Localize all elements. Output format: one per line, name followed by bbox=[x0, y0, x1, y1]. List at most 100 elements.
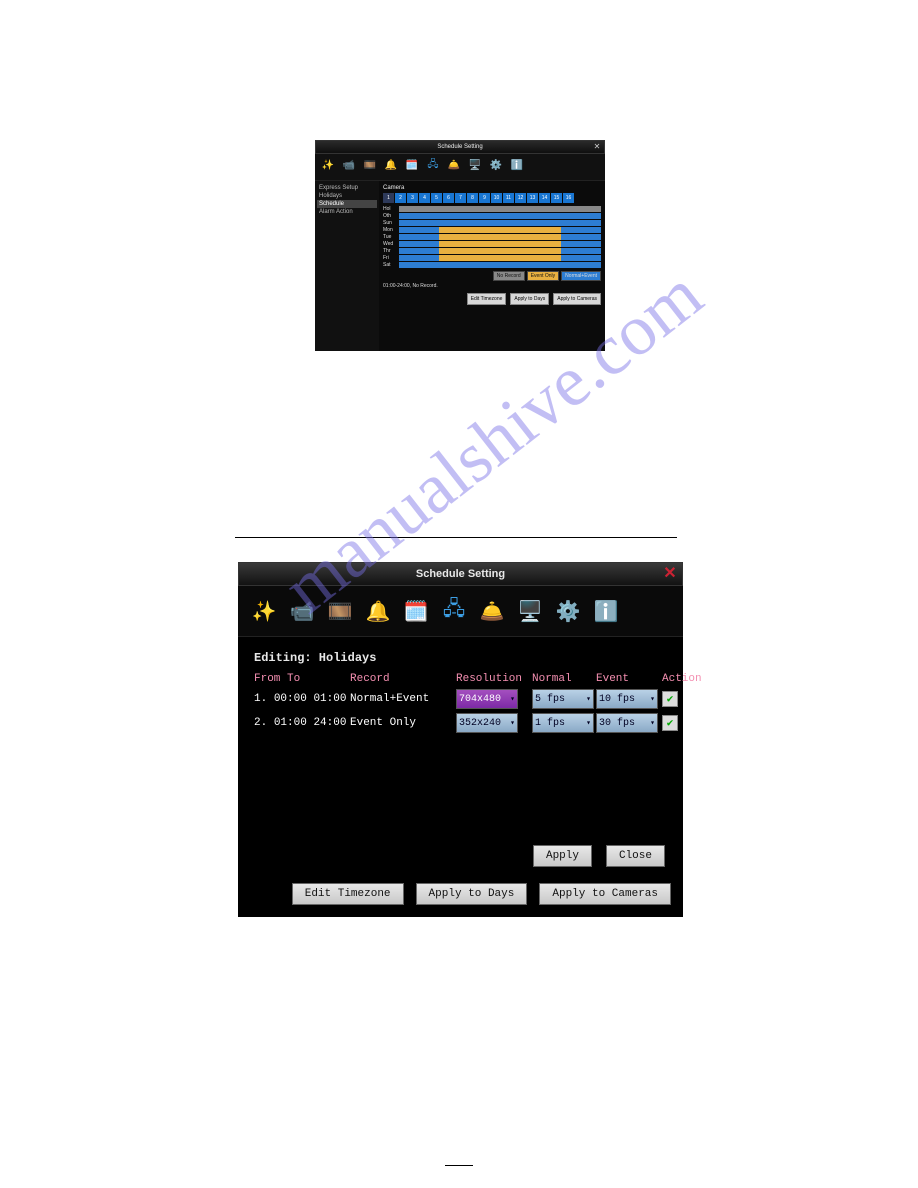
display-icon[interactable]: 🖥️ bbox=[466, 156, 484, 174]
cam-tab-7[interactable]: 7 bbox=[455, 193, 466, 203]
apply-button[interactable]: Apply bbox=[533, 845, 592, 867]
schedule-bar[interactable] bbox=[399, 255, 601, 261]
header-action: Action bbox=[662, 673, 702, 685]
edit-timezone-button[interactable]: Edit Timezone bbox=[467, 293, 507, 305]
cam-tab-15[interactable]: 15 bbox=[551, 193, 562, 203]
reel-icon[interactable]: 🎞️ bbox=[361, 156, 379, 174]
row2-action-checkbox[interactable]: ✔ bbox=[662, 715, 678, 731]
info-icon[interactable]: ℹ️ bbox=[508, 156, 526, 174]
wand-icon[interactable]: ✨ bbox=[319, 156, 337, 174]
cam-tab-5[interactable]: 5 bbox=[431, 193, 442, 203]
bell-icon[interactable]: 🔔 bbox=[382, 156, 400, 174]
cam-tab-2[interactable]: 2 bbox=[395, 193, 406, 203]
bell2-icon[interactable]: 🛎️ bbox=[476, 595, 508, 627]
day-sat: Sat bbox=[383, 262, 399, 268]
row1-resolution-select[interactable]: 704x480▾ bbox=[456, 689, 518, 709]
camera-icon[interactable]: 📹 bbox=[286, 595, 318, 627]
network-icon[interactable]: 🖧 bbox=[424, 156, 442, 174]
schedule-large-window: Schedule Setting ✕ ✨ 📹 🎞️ 🔔 🗓️ 🖧 🛎️ 🖥️ ⚙… bbox=[238, 562, 683, 917]
schedule-bar[interactable] bbox=[399, 220, 601, 226]
cam-tab-1[interactable]: 1 bbox=[383, 193, 394, 203]
row2-event-select[interactable]: 30 fps▾ bbox=[596, 713, 658, 733]
day-hol: Hol bbox=[383, 206, 399, 212]
edit-timezone-button[interactable]: Edit Timezone bbox=[292, 883, 404, 905]
header-event: Event bbox=[596, 673, 656, 685]
close-icon[interactable]: ✕ bbox=[592, 142, 602, 152]
day-mon: Mon bbox=[383, 227, 399, 233]
row2-resolution-select[interactable]: 352x240▾ bbox=[456, 713, 518, 733]
camera-icon[interactable]: 📹 bbox=[340, 156, 358, 174]
schedule-bar[interactable] bbox=[399, 241, 601, 247]
bell2-icon[interactable]: 🛎️ bbox=[445, 156, 463, 174]
day-tue: Tue bbox=[383, 234, 399, 240]
schedule-bar[interactable] bbox=[399, 262, 601, 268]
day-fri: Fri bbox=[383, 255, 399, 261]
header-fromto: From To bbox=[254, 673, 344, 685]
large-title: Schedule Setting bbox=[416, 568, 505, 580]
camera-section-label: Camera bbox=[383, 185, 601, 191]
apply-days-button[interactable]: Apply to Days bbox=[416, 883, 528, 905]
bell-icon[interactable]: 🔔 bbox=[362, 595, 394, 627]
network-icon[interactable]: 🖧 bbox=[438, 595, 470, 627]
large-titlebar: Schedule Setting ✕ bbox=[238, 562, 683, 586]
table-row: 2. 01:00 24:00 Event Only 352x240▾ 1 fps… bbox=[254, 713, 667, 733]
header-normal: Normal bbox=[532, 673, 590, 685]
small-toolbar: ✨ 📹 🎞️ 🔔 🗓️ 🖧 🛎️ 🖥️ ⚙️ ℹ️ bbox=[315, 154, 605, 181]
gear-icon[interactable]: ⚙️ bbox=[552, 595, 584, 627]
reel-icon[interactable]: 🎞️ bbox=[324, 595, 356, 627]
row1-action-checkbox[interactable]: ✔ bbox=[662, 691, 678, 707]
cam-tab-4[interactable]: 4 bbox=[419, 193, 430, 203]
schedule-bar[interactable] bbox=[399, 227, 601, 233]
apply-days-button[interactable]: Apply to Days bbox=[510, 293, 549, 305]
row2-normal-select[interactable]: 1 fps▾ bbox=[532, 713, 594, 733]
row2-fromto: 2. 01:00 24:00 bbox=[254, 717, 344, 729]
row1-fromto: 1. 00:00 01:00 bbox=[254, 693, 344, 705]
small-title: Schedule Setting bbox=[437, 144, 482, 150]
apply-cameras-button[interactable]: Apply to Cameras bbox=[553, 293, 601, 305]
sidebar-item-holidays[interactable]: Holidays bbox=[317, 192, 377, 200]
cam-tab-14[interactable]: 14 bbox=[539, 193, 550, 203]
cam-tab-12[interactable]: 12 bbox=[515, 193, 526, 203]
small-main: Camera 1 2 3 4 5 6 7 8 9 10 11 12 13 14 … bbox=[379, 181, 605, 351]
apply-cameras-button[interactable]: Apply to Cameras bbox=[539, 883, 671, 905]
row1-normal-select[interactable]: 5 fps▾ bbox=[532, 689, 594, 709]
display-icon[interactable]: 🖥️ bbox=[514, 595, 546, 627]
cam-tab-13[interactable]: 13 bbox=[527, 193, 538, 203]
day-oth: Oth bbox=[383, 213, 399, 219]
legend-event: Event Only bbox=[527, 271, 559, 281]
close-button[interactable]: Close bbox=[606, 845, 665, 867]
sidebar-item-schedule[interactable]: Schedule bbox=[317, 200, 377, 208]
table-row: 1. 00:00 01:00 Normal+Event 704x480▾ 5 f… bbox=[254, 689, 667, 709]
day-thr: Thr bbox=[383, 248, 399, 254]
schedule-bar[interactable] bbox=[399, 234, 601, 240]
calendar-icon[interactable]: 🗓️ bbox=[403, 156, 421, 174]
schedule-bar[interactable] bbox=[399, 213, 601, 219]
cam-tab-3[interactable]: 3 bbox=[407, 193, 418, 203]
close-icon[interactable]: ✕ bbox=[661, 565, 679, 583]
horizontal-rule bbox=[235, 537, 677, 538]
day-sun: Sun bbox=[383, 220, 399, 226]
info-icon[interactable]: ℹ️ bbox=[590, 595, 622, 627]
large-toolbar: ✨ 📹 🎞️ 🔔 🗓️ 🖧 🛎️ 🖥️ ⚙️ ℹ️ bbox=[238, 586, 683, 637]
sidebar-item-alarm[interactable]: Alarm Action bbox=[317, 208, 377, 216]
cam-tab-10[interactable]: 10 bbox=[491, 193, 502, 203]
cam-tab-11[interactable]: 11 bbox=[503, 193, 514, 203]
calendar-icon[interactable]: 🗓️ bbox=[400, 595, 432, 627]
schedule-bar[interactable] bbox=[399, 206, 601, 212]
gear-icon[interactable]: ⚙️ bbox=[487, 156, 505, 174]
sidebar-item-express[interactable]: Express Setup bbox=[317, 184, 377, 192]
cam-tab-6[interactable]: 6 bbox=[443, 193, 454, 203]
camera-tabs: 1 2 3 4 5 6 7 8 9 10 11 12 13 14 15 16 bbox=[383, 193, 601, 203]
small-titlebar: Schedule Setting ✕ bbox=[315, 140, 605, 154]
table-header-row: From To Record Resolution Normal Event A… bbox=[254, 673, 667, 685]
cam-tab-8[interactable]: 8 bbox=[467, 193, 478, 203]
schedule-bar[interactable] bbox=[399, 248, 601, 254]
editing-label: Editing: Holidays bbox=[254, 651, 667, 665]
cam-tab-9[interactable]: 9 bbox=[479, 193, 490, 203]
row1-event-select[interactable]: 10 fps▾ bbox=[596, 689, 658, 709]
header-record: Record bbox=[350, 673, 450, 685]
row1-record: Normal+Event bbox=[350, 693, 450, 705]
wand-icon[interactable]: ✨ bbox=[248, 595, 280, 627]
cam-tab-16[interactable]: 16 bbox=[563, 193, 574, 203]
legend-norecord: No Record bbox=[493, 271, 525, 281]
